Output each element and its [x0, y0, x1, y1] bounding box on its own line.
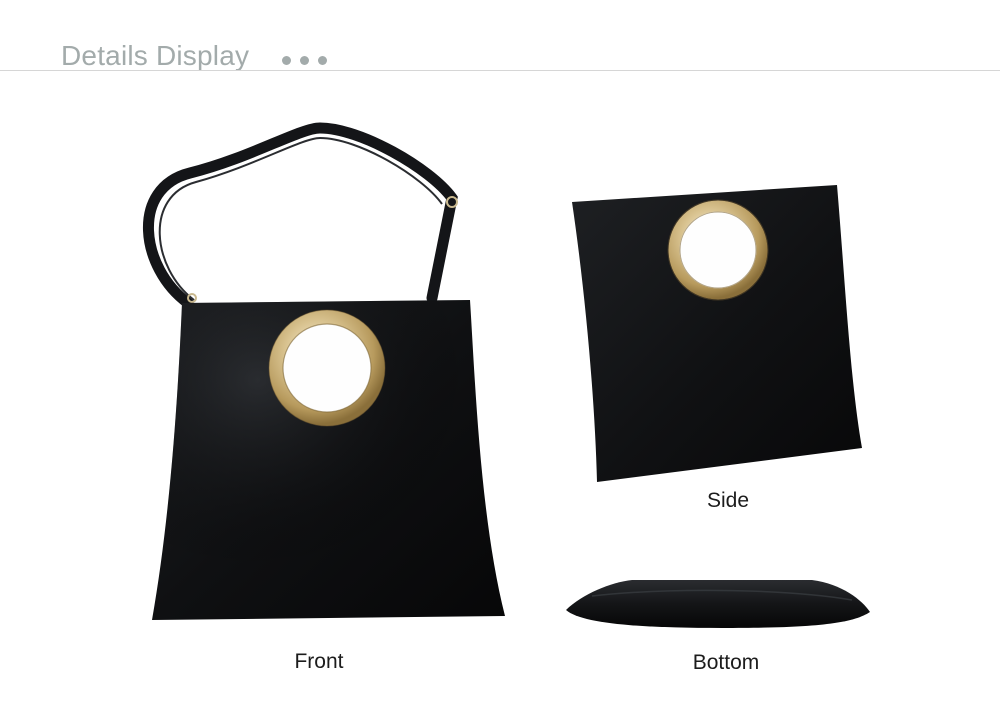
header-divider [0, 70, 1000, 71]
bottom-view-image [566, 580, 870, 628]
strap [142, 122, 458, 309]
dot [282, 56, 291, 65]
front-caption: Front [294, 650, 344, 673]
title-dots-decoration [282, 56, 327, 65]
side-caption: Side [706, 489, 750, 512]
bottom-caption: Bottom [692, 651, 760, 674]
side-view-image [572, 185, 862, 482]
section-header: Details Display [0, 0, 1000, 72]
dot [318, 56, 327, 65]
front-view-image [142, 122, 505, 620]
bag-body [566, 580, 870, 628]
section-title: Details Display [61, 40, 250, 71]
dot [300, 56, 309, 65]
